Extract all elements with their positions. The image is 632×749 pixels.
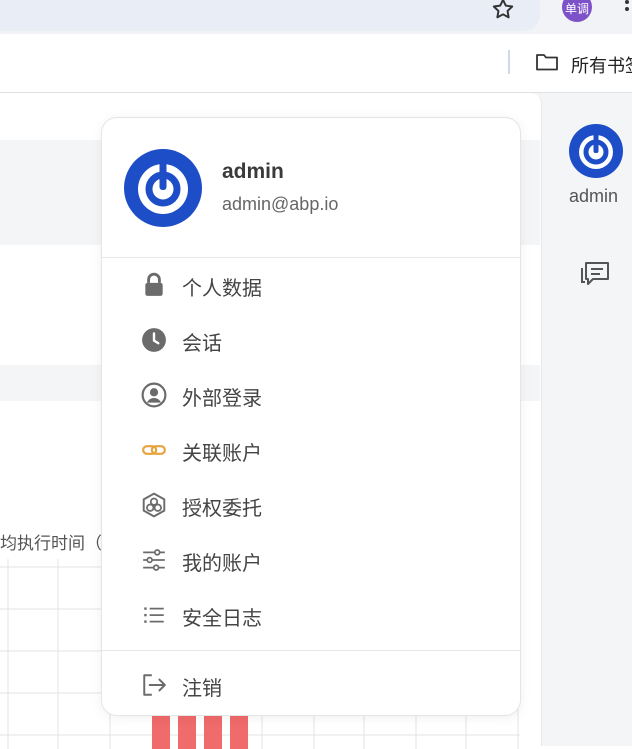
menu-item-sessions[interactable]: 会话: [102, 317, 520, 363]
menu-divider: [102, 650, 520, 651]
folder-icon[interactable]: [535, 52, 559, 72]
link-icon: [142, 445, 166, 455]
chart-title: 均执行时间（: [0, 534, 102, 554]
address-bar[interactable]: [0, 0, 540, 31]
menu-divider: [102, 257, 520, 258]
avatar: [124, 149, 202, 227]
menu-item-label: 安全日志: [182, 606, 262, 630]
profile-avatar-button[interactable]: 单调: [562, 0, 592, 22]
bookmarks-divider: [508, 50, 510, 74]
user-avatar-button[interactable]: [568, 123, 624, 179]
clock-icon: [142, 328, 166, 352]
logout-label: 注销: [182, 676, 222, 700]
menu-item-label: 个人数据: [182, 276, 262, 300]
user-circle-icon: [141, 382, 167, 408]
user-dropdown-menu: admin admin@abp.io 个人数据 会话 外部登录 关联账户 授权委…: [101, 117, 521, 716]
star-icon[interactable]: [490, 0, 516, 22]
menu-item-label: 关联账户: [182, 441, 262, 465]
menu-username: admin: [222, 160, 284, 183]
menu-item-label: 我的账户: [182, 551, 262, 575]
menu-item-linked-accounts[interactable]: 关联账户: [102, 427, 520, 473]
all-bookmarks-link[interactable]: 所有书签: [571, 52, 632, 78]
sliders-icon: [143, 549, 165, 571]
more-menu-icon[interactable]: [622, 0, 632, 20]
menu-item-authority-delegation[interactable]: 授权委托: [102, 482, 520, 528]
hexagon-users-icon: [142, 492, 166, 518]
logout-button[interactable]: 注销: [102, 662, 520, 708]
menu-item-label: 授权委托: [182, 496, 262, 520]
menu-item-external-logins[interactable]: 外部登录: [102, 372, 520, 418]
logout-icon: [143, 674, 166, 696]
list-icon: [144, 607, 164, 623]
chat-icon[interactable]: [580, 259, 612, 289]
menu-item-my-account[interactable]: 我的账户: [102, 537, 520, 583]
menu-item-personal-info[interactable]: 个人数据: [102, 262, 520, 308]
lock-icon: [145, 272, 163, 296]
rail-username[interactable]: admin: [569, 186, 618, 207]
menu-item-label: 会话: [182, 331, 222, 355]
menu-item-security-logs[interactable]: 安全日志: [102, 592, 520, 638]
browser-toolbar: 单调: [0, 0, 632, 34]
bookmarks-bar: 所有书签: [0, 34, 632, 93]
menu-item-label: 外部登录: [182, 386, 262, 410]
menu-email: admin@abp.io: [222, 194, 339, 214]
chart-bar: [152, 715, 170, 749]
